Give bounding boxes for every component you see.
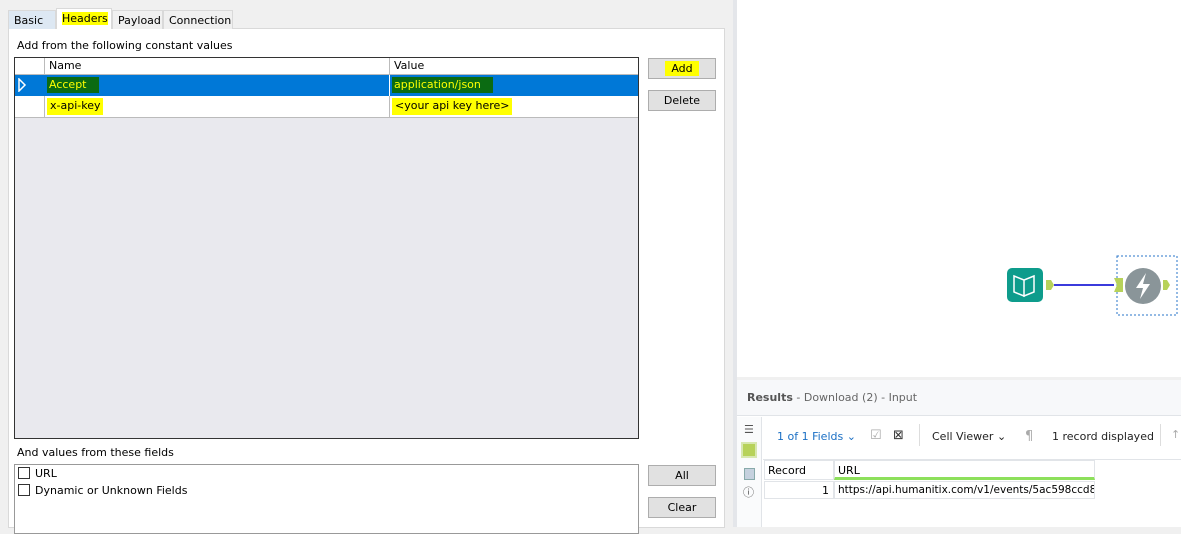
value-cell[interactable]: application/json	[390, 75, 638, 96]
record-cell[interactable]: 1	[764, 481, 834, 499]
input-anchor[interactable]	[1114, 278, 1123, 292]
column-value[interactable]: Value	[390, 58, 638, 74]
table-row[interactable]: x-api-key <your api key here>	[15, 96, 638, 118]
name-cell[interactable]: x-api-key	[45, 96, 390, 117]
column-name[interactable]: Name	[45, 58, 390, 74]
tab-basic[interactable]: Basic	[8, 10, 56, 29]
value-cell[interactable]: <your api key here>	[390, 96, 638, 117]
headers-grid[interactable]: Name Value Accept application/json x-api…	[14, 57, 639, 439]
field-item-dynamic[interactable]: Dynamic or Unknown Fields	[18, 484, 635, 501]
checkbox[interactable]	[18, 484, 30, 496]
list-icon[interactable]: ☰	[744, 423, 754, 436]
table-row[interactable]: Accept application/json	[15, 75, 638, 96]
name-cell[interactable]: Accept	[45, 75, 390, 96]
add-button[interactable]: Add	[648, 58, 716, 79]
row-selector-icon	[15, 75, 45, 96]
download-tool-icon[interactable]	[1125, 268, 1161, 304]
tab-connection[interactable]: Connection	[163, 10, 233, 29]
metadata-icon[interactable]	[744, 468, 755, 480]
checkbox[interactable]	[18, 467, 30, 479]
delete-button[interactable]: Delete	[648, 90, 716, 111]
fields-list[interactable]: URL Dynamic or Unknown Fields	[14, 464, 639, 534]
field-item-url[interactable]: URL	[18, 467, 635, 484]
column-record[interactable]: Record	[764, 460, 834, 480]
tab-headers[interactable]: Headers	[56, 8, 112, 29]
workflow-canvas[interactable]	[737, 0, 1181, 377]
all-button[interactable]: All	[648, 465, 716, 486]
up-arrow-icon[interactable]: ↑	[1171, 428, 1180, 441]
check-all-icon[interactable]: ☑	[870, 428, 882, 443]
workflow-diagram	[1007, 255, 1178, 316]
tab-payload[interactable]: Payload	[112, 10, 163, 29]
download-output-anchor[interactable]	[1163, 280, 1170, 290]
fields-label: And values from these fields	[17, 446, 174, 459]
results-header: Results - Download (2) - Input	[737, 380, 1181, 416]
tab-headers-label: Headers	[62, 12, 108, 25]
grid-header: Name Value	[15, 58, 638, 75]
results-panel: Results - Download (2) - Input ☰ ⓘ 1 of …	[737, 380, 1181, 527]
constant-values-label: Add from the following constant values	[17, 39, 233, 52]
url-cell[interactable]: https://api.humanitix.com/v1/events/5ac5…	[834, 481, 1095, 499]
results-table: Record URL 1 https://api.humanitix.com/v…	[764, 460, 1095, 499]
column-url[interactable]: URL	[834, 460, 1095, 480]
pilcrow-icon[interactable]: ¶	[1025, 429, 1033, 444]
input-tool-icon[interactable]	[1007, 268, 1043, 302]
help-icon[interactable]: ⓘ	[743, 484, 755, 500]
clear-button[interactable]: Clear	[648, 497, 716, 518]
data-view-icon[interactable]	[741, 442, 757, 458]
cell-viewer-dropdown[interactable]: Cell Viewer ⌄	[932, 430, 1006, 443]
record-count: 1 record displayed	[1052, 430, 1154, 443]
uncheck-all-icon[interactable]: ⊠	[893, 428, 904, 443]
fields-dropdown[interactable]: 1 of 1 Fields ⌄	[777, 430, 856, 443]
output-anchor[interactable]	[1046, 280, 1054, 290]
